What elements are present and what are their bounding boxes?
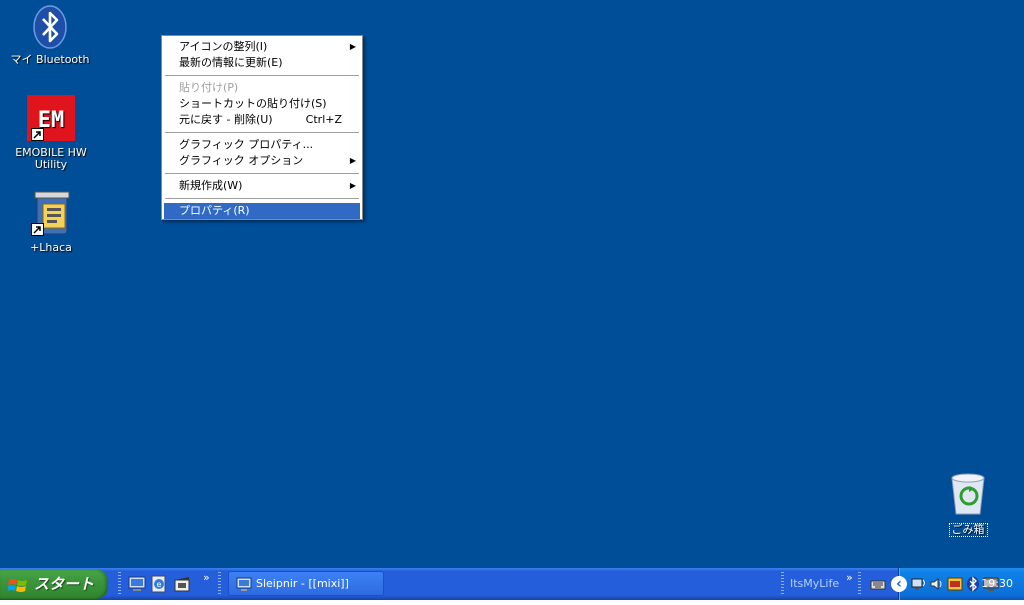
desktop-icon-lhaca[interactable]: +Lhaca [11, 190, 91, 254]
menu-item-label: ショートカットの貼り付け(S) [179, 97, 327, 110]
menu-item-label: アイコンの整列(I) [179, 40, 268, 53]
taskbar-button-label: Sleipnir - [[mixi]] [256, 577, 349, 590]
app-tray-icon[interactable] [947, 576, 963, 592]
tray-expand-icon[interactable]: ‹ [891, 576, 907, 592]
menu-item-refresh[interactable]: 最新の情報に更新(E) [164, 55, 360, 71]
menu-item-label: 最新の情報に更新(E) [179, 56, 283, 69]
menu-item-label: グラフィック オプション [179, 154, 304, 167]
svg-text:e: e [157, 580, 162, 589]
quick-launch-chevron-icon[interactable]: » [203, 571, 210, 584]
shortcut-arrow-icon [31, 223, 44, 236]
desktop[interactable]: マイ Bluetooth EM EMOBILE HW Utility +Lhac… [0, 0, 1024, 568]
menu-separator [165, 75, 359, 76]
menu-item-label: 元に戻す - 削除(U) [179, 113, 273, 126]
recycle-bin-icon [944, 470, 992, 518]
menu-item-new[interactable]: 新規作成(W) ▶ [164, 178, 360, 194]
menu-item-label: プロパティ(R) [179, 204, 250, 217]
submenu-arrow-icon: ▶ [349, 181, 356, 190]
menu-item-arrange-icons[interactable]: アイコンの整列(I) ▶ [164, 39, 360, 55]
toolbar-chevron-icon[interactable]: » [846, 571, 853, 584]
menu-item-graphics-options[interactable]: グラフィック オプション ▶ [164, 153, 360, 169]
menu-item-paste-shortcut[interactable]: ショートカットの貼り付け(S) [164, 96, 360, 112]
shortcut-arrow-icon [31, 128, 44, 141]
menu-separator [165, 132, 359, 133]
menu-item-paste: 貼り付け(P) [164, 80, 360, 96]
toolbar-grip[interactable] [118, 572, 121, 596]
desktop-icon-recycle-bin[interactable]: ごみ箱 [928, 470, 1008, 537]
clock[interactable]: 19:30 [981, 577, 1013, 590]
bluetooth-tray-icon[interactable] [965, 576, 981, 592]
submenu-arrow-icon: ▶ [349, 42, 356, 51]
desktop-icon-label: ごみ箱 [948, 523, 988, 537]
desktop-icon-label: EMOBILE HW Utility [15, 146, 87, 171]
lhaca-icon [27, 190, 75, 238]
toolbar-grip[interactable] [218, 572, 221, 596]
menu-item-graphics-properties[interactable]: グラフィック プロパティ... [164, 137, 360, 153]
toolbar-label: ItsMyLife [790, 577, 840, 590]
menu-item-label: グラフィック プロパティ... [179, 138, 314, 151]
context-menu: アイコンの整列(I) ▶ 最新の情報に更新(E) 貼り付け(P) ショートカット… [161, 35, 363, 220]
menu-separator [165, 198, 359, 199]
toolbar-grip[interactable] [781, 572, 784, 596]
keyboard-icon[interactable] [870, 576, 886, 592]
sleipnir-icon [236, 576, 252, 600]
submenu-arrow-icon: ▶ [349, 156, 356, 165]
media-icon[interactable] [173, 575, 191, 593]
menu-separator [165, 173, 359, 174]
show-desktop-icon[interactable] [128, 575, 146, 593]
toolbar-grip[interactable] [858, 572, 861, 596]
bluetooth-icon [32, 5, 68, 49]
menu-item-label: 新規作成(W) [179, 179, 243, 192]
taskbar: スタート e » Sleipnir - [[mixi]] ItsMyLife »… [0, 568, 1024, 600]
system-tray: ‹ 19:30 [891, 568, 1024, 600]
menu-item-shortcut: Ctrl+Z [305, 113, 342, 126]
desktop-icon-bluetooth[interactable]: マイ Bluetooth [10, 5, 90, 66]
start-button[interactable]: スタート [0, 569, 108, 599]
desktop-icon-label: +Lhaca [30, 241, 72, 254]
taskbar-button-sleipnir[interactable]: Sleipnir - [[mixi]] [228, 571, 384, 596]
start-label: スタート [34, 575, 95, 593]
volume-icon[interactable] [929, 576, 945, 592]
desktop-icon-emobile[interactable]: EM EMOBILE HW Utility [11, 95, 91, 171]
network-icon[interactable] [911, 576, 927, 592]
desktop-icon-label: マイ Bluetooth [10, 53, 90, 66]
menu-item-label: 貼り付け(P) [179, 81, 239, 94]
windows-logo-icon [7, 575, 28, 605]
browser-icon[interactable]: e [150, 575, 168, 593]
menu-item-undo-delete[interactable]: 元に戻す - 削除(U) Ctrl+Z [164, 112, 360, 128]
menu-item-properties[interactable]: プロパティ(R) [164, 203, 360, 219]
emobile-icon: EM [27, 95, 75, 143]
